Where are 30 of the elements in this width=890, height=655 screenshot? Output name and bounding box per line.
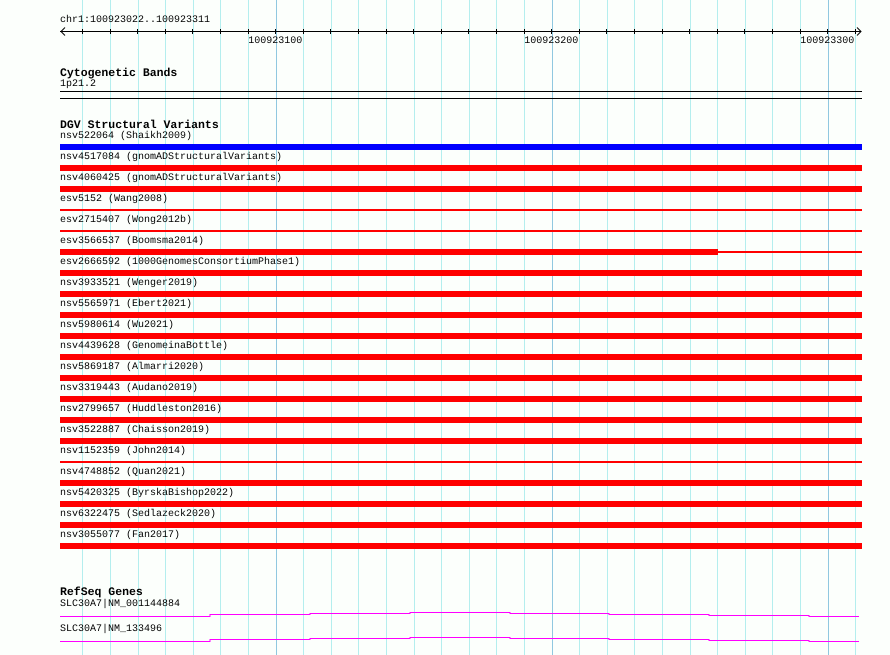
variant-label: nsv4517084 (gnomADStructuralVariants): [60, 152, 282, 164]
tick-label: 100923300: [800, 36, 854, 47]
variant-label: nsv4748852 (Quan2021): [60, 467, 186, 479]
variant-label: nsv3055077 (Fan2017): [60, 530, 180, 542]
variant-label: nsv4439628 (GenomeinaBottle): [60, 341, 228, 353]
variant-label: esv5152 (Wang2008): [60, 194, 168, 206]
variant-label: nsv3522887 (Chaisson2019): [60, 425, 210, 437]
variant-label: nsv3933521 (Wenger2019): [60, 278, 198, 290]
variant-label: nsv6322475 (Sedlazeck2020): [60, 509, 216, 521]
cytoband-label: 1p21.2: [60, 79, 96, 91]
track-title: RefSeq Genes: [60, 587, 143, 598]
variant-label: esv3566537 (Boomsma2014): [60, 236, 204, 248]
region-label: chr1:100923022..100923311: [60, 15, 210, 27]
variant-label: nsv5980614 (Wu2021): [60, 320, 174, 332]
variant-label: nsv5565971 (Ebert2021): [60, 299, 192, 311]
track-title: DGV Structural Variants: [60, 120, 219, 131]
variant-label: nsv3319443 (Audano2019): [60, 383, 198, 395]
variant-label: esv2715407 (Wong2012b): [60, 215, 192, 227]
variant-label: nsv1152359 (John2014): [60, 446, 186, 458]
gene-label: SLC30A7|NM_133496: [60, 624, 162, 636]
variant-label: esv2666592 (1000GenomesConsortiumPhase1): [60, 257, 300, 269]
tick-label: 100923200: [524, 36, 578, 47]
variant-label: nsv5869187 (Almarri2020): [60, 362, 204, 374]
gene-label: SLC30A7|NM_001144884: [60, 599, 180, 611]
variant-label: nsv4060425 (gnomADStructuralVariants): [60, 173, 282, 185]
track-title: Cytogenetic Bands: [60, 68, 178, 79]
variant-label: nsv522064 (Shaikh2009): [60, 131, 192, 143]
tick-label: 100923100: [248, 36, 302, 47]
variant-label: nsv5420325 (ByrskaBishop2022): [60, 488, 234, 500]
variant-label: nsv2799657 (Huddleston2016): [60, 404, 222, 416]
